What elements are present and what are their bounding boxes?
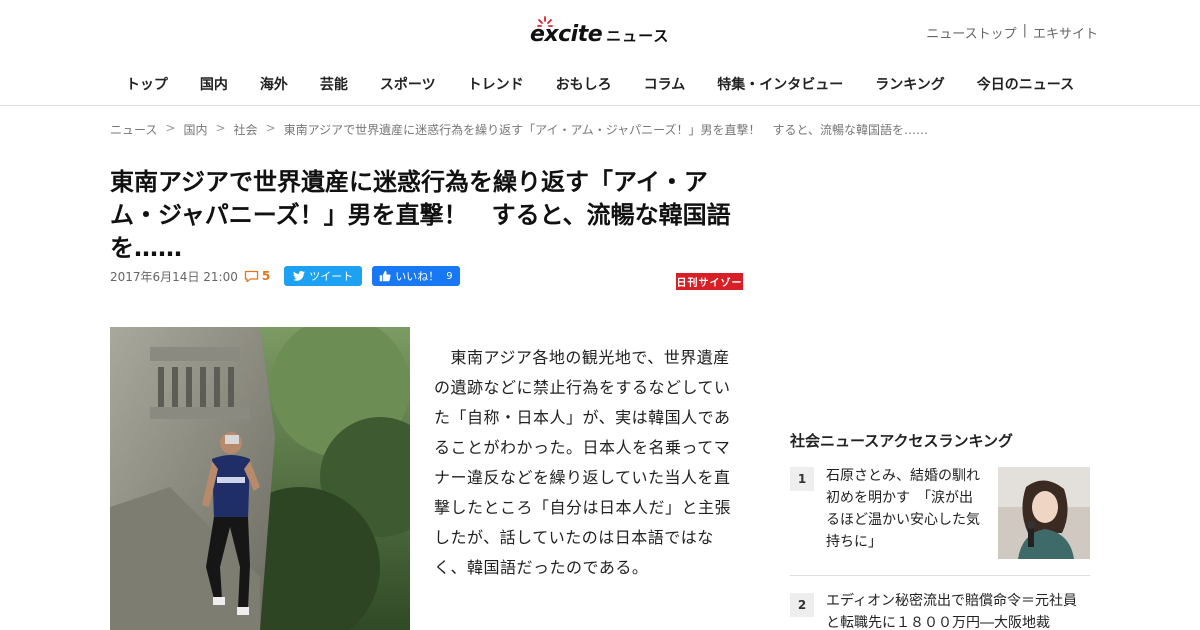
like-count: 9 <box>446 270 453 282</box>
main-nav: トップ 国内 海外 芸能 スポーツ トレンド おもしろ コラム 特集・インタビュ… <box>0 75 1200 95</box>
ranking-item[interactable]: 1 石原さとみ、結婚の馴れ初めを明かす 「涙が出るほど温かい安心した気持ちに」 <box>790 467 1090 567</box>
breadcrumb-separator: > <box>215 121 226 135</box>
ranking-divider <box>790 575 1090 576</box>
nav-item-sports[interactable]: スポーツ <box>364 75 452 95</box>
like-button[interactable]: いいね！ 9 <box>372 266 460 286</box>
ranking-item-title: 石原さとみ、結婚の馴れ初めを明かす 「涙が出るほど温かい安心した気持ちに」 <box>826 468 980 550</box>
ranking-number: 2 <box>790 593 814 617</box>
article-photo-image <box>110 327 410 630</box>
article-photo <box>110 327 410 630</box>
ranking-thumbnail-image <box>998 467 1090 559</box>
article-body: 東南アジア各地の観光地で、世界遺産の遺跡などに禁止行為をするなどしていた「自称・… <box>434 348 732 577</box>
article-title: 東南アジアで世界遺産に迷惑行為を繰り返す「アイ・アム・ジャパニーズ！」男を直撃！… <box>110 168 731 262</box>
nav-item-overseas[interactable]: 海外 <box>244 75 304 95</box>
util-link-separator: | <box>1022 23 1027 38</box>
breadcrumb-current: 東南アジアで世界遺産に迷惑行為を繰り返す「アイ・アム・ジャパニーズ！」男を直撃！… <box>283 123 929 137</box>
breadcrumb-news[interactable]: ニュース <box>110 121 157 138</box>
nav-item-ranking[interactable]: ランキング <box>859 75 961 95</box>
twitter-bird-icon <box>293 271 306 281</box>
util-link-news-top[interactable]: ニューストップ <box>926 23 1016 42</box>
ranking-item[interactable]: 2 エディオン秘密流出で賠償命令＝元社員と転職先に１８００万円―大阪地裁 <box>790 592 1090 630</box>
nav-item-trend[interactable]: トレンド <box>452 75 540 95</box>
article-date: 2017年6月14日 21:00 <box>110 269 238 284</box>
logo-suffix: ニュース <box>606 27 670 45</box>
nav-item-entertainment[interactable]: 芸能 <box>304 75 364 95</box>
nav-item-top[interactable]: トップ <box>110 75 184 95</box>
ranking-heading: 社会ニュースアクセスランキング <box>790 432 1014 450</box>
nav-item-column[interactable]: コラム <box>628 75 702 95</box>
nav-item-funny[interactable]: おもしろ <box>540 75 628 95</box>
source-logo[interactable]: 日刊サイゾー <box>676 273 743 290</box>
breadcrumb-separator: > <box>165 121 176 135</box>
ranking-item-title: エディオン秘密流出で賠償命令＝元社員と転職先に１８００万円―大阪地裁 <box>826 593 1078 630</box>
comment-icon <box>244 270 258 282</box>
site-header: excite ニュース ニューストップ | エキサイト トップ 国内 海外 芸能… <box>0 0 1200 106</box>
logo-wordmark: excite <box>530 16 603 48</box>
nav-item-domestic[interactable]: 国内 <box>184 75 244 95</box>
breadcrumb-domestic[interactable]: 国内 <box>183 121 207 138</box>
breadcrumb-society[interactable]: 社会 <box>234 121 258 138</box>
breadcrumb: ニュース > 国内 > 社会 > 東南アジアで世界遺産に迷惑行為を繰り返す「アイ… <box>110 121 940 138</box>
comment-count-value: 5 <box>261 269 271 283</box>
thumbs-up-icon <box>379 270 391 282</box>
ranking-thumbnail <box>998 467 1090 559</box>
ranking-number: 1 <box>790 467 814 491</box>
nav-item-feature-interview[interactable]: 特集・インタビュー <box>701 75 859 95</box>
tweet-button[interactable]: ツイート <box>284 266 363 286</box>
tweet-label: ツイート <box>309 270 354 283</box>
like-label: いいね！ <box>395 270 440 283</box>
utility-links: ニューストップ | エキサイト <box>926 23 1098 42</box>
article-meta: 2017年6月14日 21:00 5 ツイート いいね！ 9 <box>110 266 460 286</box>
nav-item-todays-news[interactable]: 今日のニュース <box>961 75 1090 95</box>
site-logo[interactable]: excite ニュース <box>530 14 669 48</box>
breadcrumb-separator: > <box>265 121 276 135</box>
comment-count[interactable]: 5 <box>244 269 270 283</box>
logo-burst-icon <box>537 16 553 27</box>
util-link-excite[interactable]: エキサイト <box>1033 23 1098 42</box>
